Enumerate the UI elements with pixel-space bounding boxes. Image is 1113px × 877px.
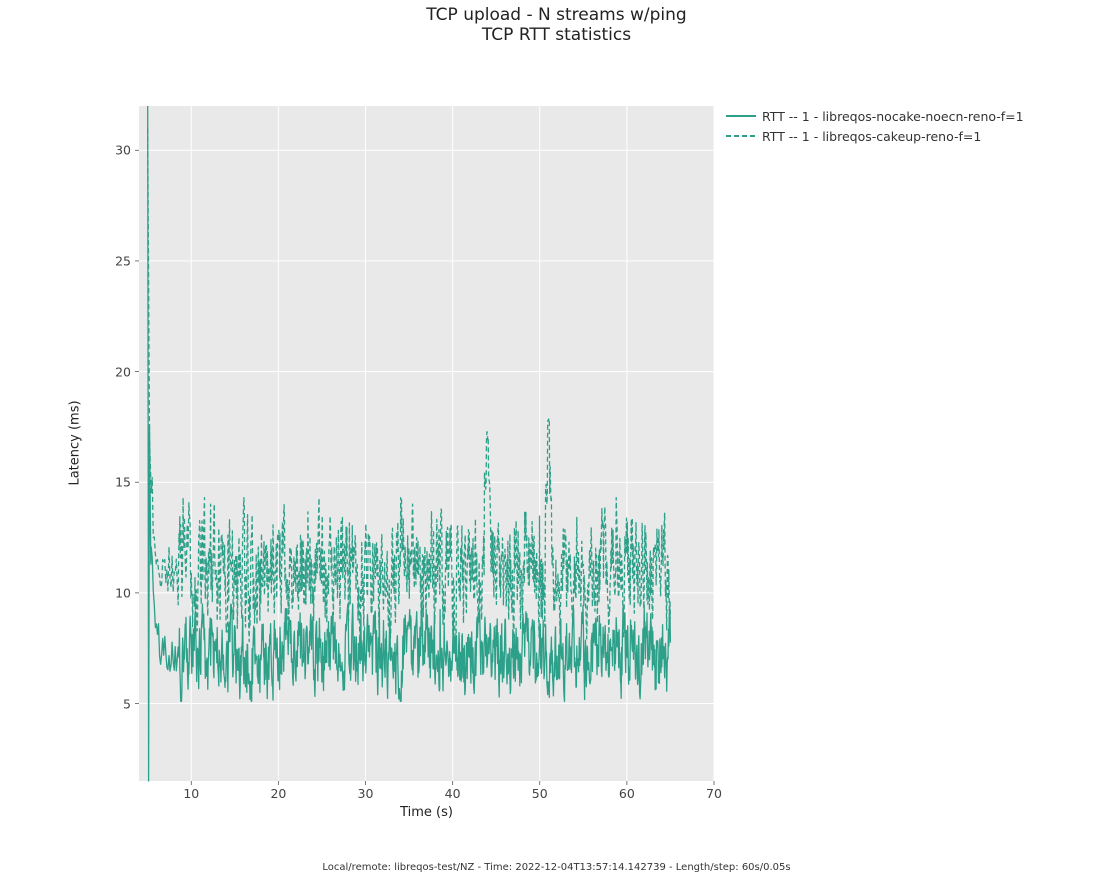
legend-entry-0: RTT -- 1 - libreqos-nocake-noecn-reno-f=… <box>726 106 1024 126</box>
chart-title-line2: TCP RTT statistics <box>0 25 1113 45</box>
x-tick-label: 50 <box>532 786 548 801</box>
chart-footer: Local/remote: libreqos-test/NZ - Time: 2… <box>0 862 1113 873</box>
y-tick-label: 5 <box>101 696 131 711</box>
legend-label-0: RTT -- 1 - libreqos-nocake-noecn-reno-f=… <box>762 109 1024 124</box>
legend-label-1: RTT -- 1 - libreqos-cakeup-reno-f=1 <box>762 129 981 144</box>
legend-line-solid-icon <box>726 110 756 122</box>
y-tick-label: 15 <box>101 475 131 490</box>
y-axis-label: Latency (ms) <box>68 400 83 485</box>
x-tick-label: 60 <box>619 786 635 801</box>
x-axis-label: Time (s) <box>139 805 714 820</box>
x-tick-label: 30 <box>358 786 374 801</box>
y-tick-label: 20 <box>101 364 131 379</box>
x-tick-label: 70 <box>706 786 722 801</box>
chart-title-line1: TCP upload - N streams w/ping <box>0 5 1113 25</box>
y-tick-label: 25 <box>101 253 131 268</box>
y-tick-label: 30 <box>101 143 131 158</box>
legend-entry-1: RTT -- 1 - libreqos-cakeup-reno-f=1 <box>726 126 1024 146</box>
plot-svg <box>139 106 714 781</box>
x-tick-label: 40 <box>445 786 461 801</box>
y-tick-label: 10 <box>101 585 131 600</box>
plot-area <box>139 106 714 781</box>
x-tick-label: 20 <box>270 786 286 801</box>
legend: RTT -- 1 - libreqos-nocake-noecn-reno-f=… <box>726 106 1024 146</box>
x-tick-label: 10 <box>183 786 199 801</box>
legend-line-dashed-icon <box>726 130 756 142</box>
chart-title: TCP upload - N streams w/ping TCP RTT st… <box>0 5 1113 45</box>
